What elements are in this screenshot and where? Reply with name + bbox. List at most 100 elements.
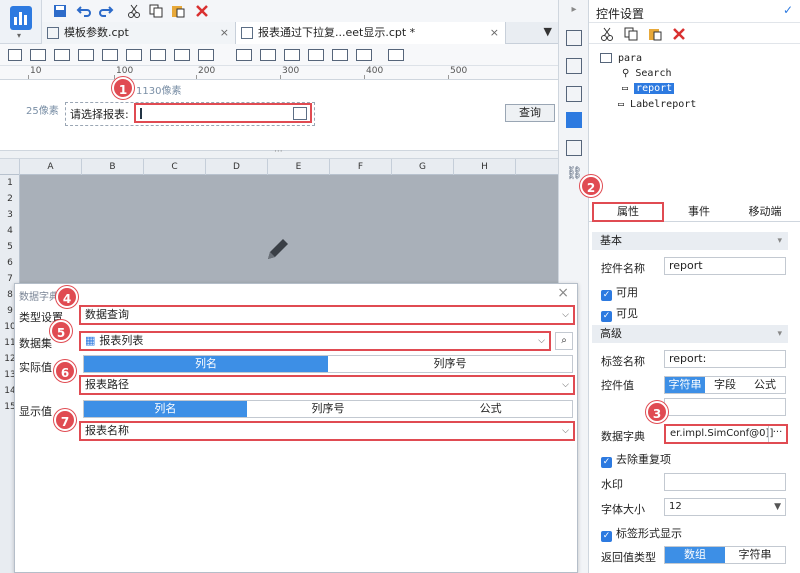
cut-icon[interactable] xyxy=(126,3,142,19)
delete-icon[interactable] xyxy=(671,26,687,42)
step-badge-7: 7 xyxy=(54,409,76,431)
password-widget-icon[interactable] xyxy=(198,49,214,61)
tree-item-search[interactable]: ⚲ Search xyxy=(622,68,671,79)
prompt-label: 请选择报表: xyxy=(70,108,129,121)
check-icon: ✓ xyxy=(601,457,612,468)
close-icon[interactable]: × xyxy=(220,22,229,44)
horizontal-ruler: 10 100 200 300 400 500 xyxy=(0,66,558,80)
tree-root[interactable]: para xyxy=(618,53,642,64)
tab-report-dropdown[interactable]: 报表通过下拉复...eet显示.cpt * × xyxy=(236,22,506,44)
frame-icon[interactable] xyxy=(566,86,582,102)
logo-icon xyxy=(10,6,32,30)
label-widget-icon[interactable] xyxy=(8,49,22,61)
check-icon: ✓ xyxy=(601,531,612,542)
list-widget-icon[interactable] xyxy=(102,49,118,61)
date-widget-icon[interactable] xyxy=(332,49,348,61)
widget-name-input[interactable]: report xyxy=(664,257,786,275)
app-logo[interactable]: ▾ xyxy=(0,0,42,44)
cut-icon[interactable] xyxy=(599,26,615,42)
tab-list-icon[interactable]: ▼ xyxy=(544,25,552,38)
text-widget-icon[interactable] xyxy=(30,49,46,61)
watermark-input[interactable] xyxy=(664,473,786,491)
radio-widget-icon[interactable] xyxy=(260,49,276,61)
column-header: A B C D E F G H xyxy=(0,159,558,175)
type-select[interactable]: 数据查询 ⌵ xyxy=(79,305,575,325)
top-toolbar xyxy=(42,0,558,22)
width-indicator: 1130像素 xyxy=(136,86,182,97)
dedupe-checkbox[interactable]: ✓ 去除重复项 xyxy=(601,451,671,468)
combo-widget-icon[interactable] xyxy=(78,49,94,61)
actual-value-select[interactable]: 报表路径 ⌵ xyxy=(79,375,575,395)
advanced-section-header[interactable]: 高级 ▾ xyxy=(592,325,788,343)
form-icon xyxy=(241,27,253,39)
step-badge-5: 5 xyxy=(50,320,72,342)
document-tabs: 模板参数.cpt × 报表通过下拉复...eet显示.cpt * × ▼ xyxy=(42,22,558,44)
step-badge-1: 1 xyxy=(112,77,134,99)
tab-template-params[interactable]: 模板参数.cpt × xyxy=(42,22,236,44)
tree-widget-icon[interactable] xyxy=(126,49,142,61)
data-dictionary-dialog: 数据字典 × 类型设置 数据查询 ⌵ 数据集 ▦ 报表列表 ⌵ ⌕ 实际值 列名 列序… xyxy=(14,283,578,573)
chevron-down-icon: ⌵ xyxy=(562,310,569,320)
form-icon xyxy=(600,53,612,63)
slider-widget-icon[interactable] xyxy=(284,49,300,61)
tab-mobile[interactable]: 移动端 xyxy=(734,202,796,222)
dialog-title: 数据字典 xyxy=(19,292,59,303)
data-dictionary-field[interactable]: er.impl.SimConf@0]] ··· xyxy=(664,424,788,444)
text-cursor xyxy=(140,108,142,119)
form-design-area: 1130像素 25像素 请选择报表: 查询 xyxy=(0,80,558,150)
redo-icon[interactable] xyxy=(98,3,114,19)
tree-item-labelreport[interactable]: ▭ Labelreport xyxy=(618,99,696,110)
image-widget-icon[interactable] xyxy=(566,58,582,74)
check-icon[interactable]: ✓ xyxy=(783,3,793,17)
table-icon: ▦ xyxy=(85,334,96,347)
paste-icon[interactable] xyxy=(170,3,186,19)
panel-tabs: 属性 事件 移动端 xyxy=(589,202,800,222)
panel-splitter[interactable]: ··· xyxy=(0,147,558,159)
display-value-select[interactable]: 报表名称 ⌵ xyxy=(79,421,575,441)
layout-icon[interactable] xyxy=(566,30,582,46)
display-value-segment[interactable]: 列名 列序号 公式 xyxy=(83,400,573,418)
font-size-select[interactable]: 12 ▼ xyxy=(664,498,786,516)
close-icon[interactable]: × xyxy=(490,22,499,44)
delete-icon[interactable] xyxy=(194,3,210,19)
query-button[interactable]: 查询 xyxy=(505,104,555,122)
widget-value-segment[interactable]: 字符串 字段 公式 xyxy=(664,376,786,394)
button-widget-icon[interactable] xyxy=(54,49,70,61)
return-type-segment[interactable]: 数组 字符串 xyxy=(664,546,786,564)
more-widgets-icon[interactable] xyxy=(388,49,404,61)
enabled-checkbox[interactable]: ✓ 可用 xyxy=(601,284,638,301)
checkbox-widget-icon[interactable] xyxy=(150,49,166,61)
link-icon[interactable]: ⛓ xyxy=(566,166,583,182)
toggle-widget-icon[interactable] xyxy=(308,49,324,61)
tab-widget-icon[interactable] xyxy=(566,140,582,156)
widget-value-input[interactable] xyxy=(664,398,786,416)
preview-icon[interactable]: ⌕ xyxy=(555,332,573,350)
collapse-icon[interactable]: ▸ xyxy=(566,4,582,20)
tab-properties[interactable]: 属性 xyxy=(592,202,664,222)
actual-value-segment[interactable]: 列名 列序号 xyxy=(83,355,573,373)
tree-item-report[interactable]: ▭ report xyxy=(622,83,675,94)
pencil-icon xyxy=(268,239,288,259)
dataset-select[interactable]: ▦ 报表列表 ⌵ xyxy=(79,331,551,351)
step-badge-4: 4 xyxy=(56,286,78,308)
undo-icon[interactable] xyxy=(76,3,92,19)
copy-icon[interactable] xyxy=(148,3,164,19)
calendar-widget-icon[interactable] xyxy=(356,49,372,61)
tag-name-input[interactable]: report: xyxy=(664,350,786,368)
number-widget-icon[interactable] xyxy=(174,49,190,61)
paste-icon[interactable] xyxy=(647,26,663,42)
more-button[interactable]: ··· xyxy=(768,426,786,442)
tab-events[interactable]: 事件 xyxy=(669,202,729,222)
widget-toolbar xyxy=(0,44,558,66)
tag-form-checkbox[interactable]: ✓ 标签形式显示 xyxy=(601,525,682,542)
combo-icon xyxy=(293,107,307,120)
textarea-widget-icon[interactable] xyxy=(236,49,252,61)
report-combo-widget[interactable] xyxy=(134,103,312,123)
panel-title: 控件设置 xyxy=(596,7,645,21)
copy-icon[interactable] xyxy=(623,26,639,42)
visible-checkbox[interactable]: ✓ 可见 xyxy=(601,305,638,322)
close-icon[interactable]: × xyxy=(557,285,569,301)
basic-section-header[interactable]: 基本 ▾ xyxy=(592,232,788,250)
save-icon[interactable] xyxy=(52,3,68,19)
combo-selected-icon[interactable] xyxy=(566,112,582,128)
